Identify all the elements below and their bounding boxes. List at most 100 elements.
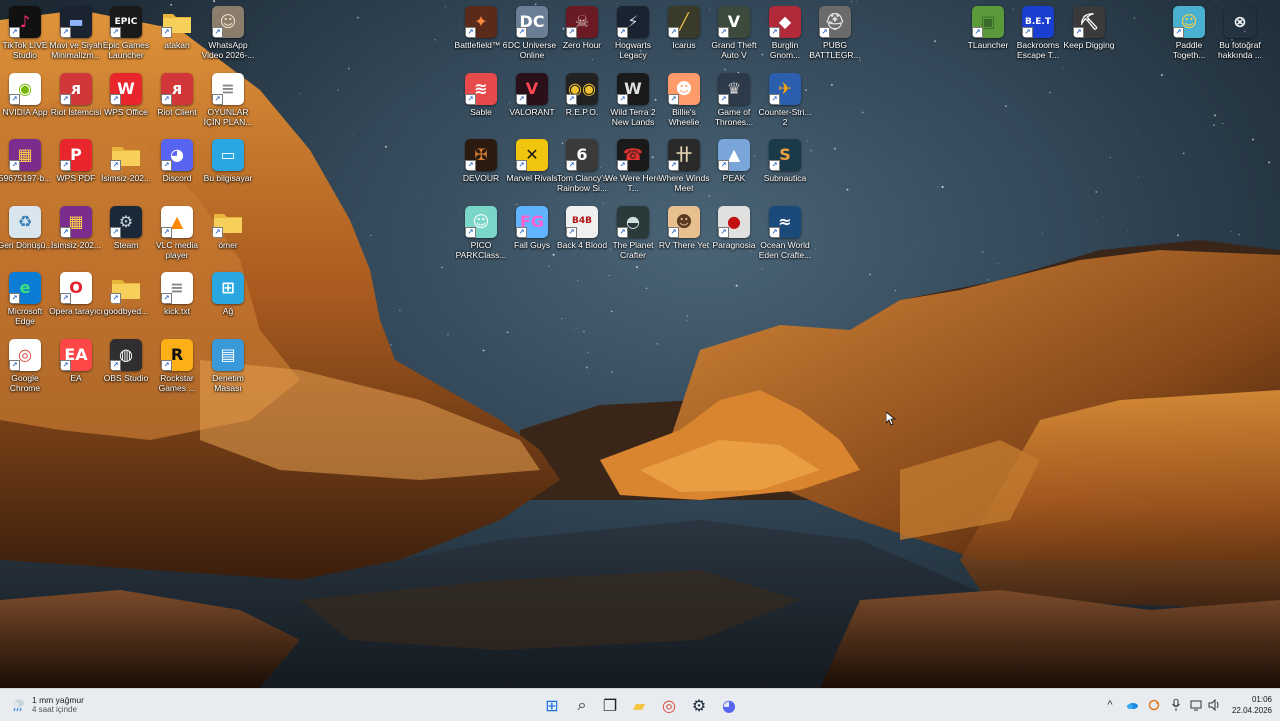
network-status-icon[interactable] bbox=[1189, 697, 1203, 713]
nvidia-glyph: ◉ bbox=[18, 81, 32, 97]
desktop-shortcut-dc-universe-icon[interactable]: DC↗DC Universe Online bbox=[507, 2, 557, 64]
chrome-button[interactable]: ◎ bbox=[657, 693, 681, 717]
desktop-shortcut-billies-wheelie-icon[interactable]: ☻↗Billie's Wheelie bbox=[659, 69, 709, 131]
discord-button[interactable]: ◕ bbox=[717, 693, 741, 717]
clock[interactable]: 01:06 22.04.2026 bbox=[1232, 694, 1272, 716]
desktop-shortcut-tiktok-icon[interactable]: ♪↗TikTok LIVE Studio bbox=[0, 2, 50, 64]
desktop-shortcut-edge-icon[interactable]: e↗Microsoft Edge bbox=[0, 268, 50, 330]
desktop-shortcut-folder-icon[interactable]: ↗atakan bbox=[152, 2, 202, 64]
desktop-shortcut-wps-office-icon[interactable]: W↗WPS Office bbox=[101, 69, 151, 131]
desktop-shortcut-riot-icon[interactable]: ᴙ↗Riot İstemcisi bbox=[51, 69, 101, 131]
desktop-shortcut-fall-guys-icon[interactable]: FG↗Fall Guys bbox=[507, 202, 557, 264]
desktop-shortcut-subnautica-icon[interactable]: S↗Subnautica bbox=[760, 135, 810, 197]
desktop-shortcut-sable-icon[interactable]: ≋↗Sable bbox=[456, 69, 506, 131]
desktop-shortcut-ocean-world-icon[interactable]: ≈↗Ocean World Eden Crafte... bbox=[760, 202, 810, 264]
desktop-shortcut-folder-icon[interactable]: ↗İsimsiz-202... bbox=[101, 135, 151, 197]
desktop-shortcut-chrome-icon[interactable]: ◎↗Google Chrome bbox=[0, 335, 50, 397]
onedrive-icon[interactable] bbox=[1125, 697, 1139, 713]
steam-button[interactable]: ⚙ bbox=[687, 693, 711, 717]
desktop-shortcut-rainbow-six-icon[interactable]: 6↗Tom Clancy's Rainbow Si... bbox=[557, 135, 607, 197]
desktop-shortcut-text-file-icon[interactable]: ≡↗OYUNLAR İÇİN PLAN... bbox=[203, 69, 253, 131]
desktop-shortcut-backrooms-icon[interactable]: B.E.T↗Backrooms Escape T... bbox=[1013, 2, 1063, 64]
microphone-icon[interactable] bbox=[1169, 697, 1183, 713]
desktop-shortcut-video-thumbnail-icon[interactable]: ☺↗WhatsApp Video 2026-... bbox=[203, 2, 253, 64]
desktop-shortcut-label: Steam bbox=[98, 240, 154, 250]
desktop-shortcut-gta-icon[interactable]: V↗Grand Theft Auto V bbox=[709, 2, 759, 64]
desktop-shortcut-wps-pdf-icon[interactable]: P↗WPS PDF bbox=[51, 135, 101, 197]
peak-icon: ▲↗ bbox=[718, 139, 750, 171]
shortcut-arrow-icon: ↗ bbox=[769, 27, 780, 38]
desktop-shortcut-recycle-bin-icon[interactable]: ♻Geri Dönüşü... bbox=[0, 202, 50, 264]
desktop-shortcut-winrar-icon[interactable]: ▦↗İsimsiz-202... bbox=[51, 202, 101, 264]
desktop-shortcut-paddle-together-icon[interactable]: ☺↗Paddle Togeth... bbox=[1164, 2, 1214, 64]
desktop-shortcut-burglin-gnomes-icon[interactable]: ◆↗Burglin Gnom... bbox=[760, 2, 810, 64]
vlc-icon: ▲↗ bbox=[161, 206, 193, 238]
search-button[interactable]: ⌕ bbox=[570, 693, 594, 717]
start-button[interactable]: ⊞ bbox=[540, 693, 564, 717]
desktop-shortcut-presentation-icon[interactable]: ▬↗Mavi ve Siyah Minimalizm... bbox=[51, 2, 101, 64]
desktop-shortcut-wild-terra-icon[interactable]: W↗Wild Terra 2 New Lands bbox=[608, 69, 658, 131]
desktop-shortcut-text-file-icon[interactable]: ≡↗kick.txt bbox=[152, 268, 202, 330]
desktop-shortcut-control-panel-icon[interactable]: ▤Denetim Masası bbox=[203, 335, 253, 397]
desktop-shortcut-photo-info-icon[interactable]: ⊗Bu fotoğraf hakkında ... bbox=[1215, 2, 1265, 64]
desktop-shortcut-valorant-icon[interactable]: V↗VALORANT bbox=[507, 69, 557, 131]
desktop-shortcut-we-were-here-icon[interactable]: ☎↗We Were Here T... bbox=[608, 135, 658, 197]
desktop-shortcut-keep-digging-icon[interactable]: ⛏↗Keep Digging bbox=[1064, 2, 1114, 64]
rv-there-yet-icon: ☻↗ bbox=[668, 206, 700, 238]
volume-icon[interactable] bbox=[1207, 697, 1221, 713]
chrome-glyph: ◎ bbox=[18, 347, 32, 363]
shortcut-arrow-icon: ↗ bbox=[161, 360, 172, 371]
desktop-shortcut-icarus-icon[interactable]: ╱↗Icarus bbox=[659, 2, 709, 64]
desktop-shortcut-game-of-thrones-icon[interactable]: ♛↗Game of Thrones... bbox=[709, 69, 759, 131]
shortcut-arrow-icon: ↗ bbox=[668, 227, 679, 238]
desktop-shortcut-tlauncher-icon[interactable]: ▣↗TLauncher bbox=[963, 2, 1013, 64]
show-hidden-icons-chevron-icon[interactable]: ^ bbox=[1103, 697, 1117, 713]
desktop-shortcut-label: Riot İstemcisi bbox=[48, 107, 104, 117]
desktop-shortcut-opera-icon[interactable]: O↗Opera tarayıcı bbox=[51, 268, 101, 330]
opera-icon: O↗ bbox=[60, 272, 92, 304]
repo-icon: ◉◉↗ bbox=[566, 73, 598, 105]
desktop-shortcut-rv-there-yet-icon[interactable]: ☻↗RV There Yet bbox=[659, 202, 709, 264]
desktop-shortcut-pico-park-icon[interactable]: ☺↗PICO PARKClass... bbox=[456, 202, 506, 264]
desktop-shortcut-paragnosia-icon[interactable]: ●↗Paragnosia bbox=[709, 202, 759, 264]
desktop-shortcut-marvel-rivals-icon[interactable]: ✕↗Marvel Rivals bbox=[507, 135, 557, 197]
desktop-shortcut-folder-icon[interactable]: ↗goodbyed... bbox=[101, 268, 151, 330]
desktop-shortcut-planet-crafter-icon[interactable]: ◓↗The Planet Crafter bbox=[608, 202, 658, 264]
weather-widget[interactable]: 1 mm yağmur 4 saat içinde bbox=[10, 692, 84, 718]
desktop-shortcut-label: PEAK bbox=[706, 173, 762, 183]
desktop-shortcut-battlefield-icon[interactable]: ✦↗Battlefield™ 6 bbox=[456, 2, 506, 64]
desktop-shortcut-vlc-icon[interactable]: ▲↗VLC media player bbox=[152, 202, 202, 264]
desktop-shortcut-zero-hour-icon[interactable]: ☠↗Zero Hour bbox=[557, 2, 607, 64]
desktop-shortcut-back-4-blood-icon[interactable]: B4B↗Back 4 Blood bbox=[557, 202, 607, 264]
desktop-shortcut-nvidia-icon[interactable]: ◉↗NVIDIA App bbox=[0, 69, 50, 131]
desktop-shortcut-steam-icon[interactable]: ⚙↗Steam bbox=[101, 202, 151, 264]
shortcut-arrow-icon: ↗ bbox=[718, 94, 729, 105]
desktop-shortcut-devour-icon[interactable]: ✠↗DEVOUR bbox=[456, 135, 506, 197]
chrome-icon: ◎↗ bbox=[9, 339, 41, 371]
battlefield-glyph: ✦ bbox=[474, 14, 487, 30]
desktop-shortcut-pubg-icon[interactable]: ⛑↗PUBG BATTLEGR... bbox=[810, 2, 860, 64]
desktop-shortcut-hogwarts-icon[interactable]: ⚡↗Hogwarts Legacy bbox=[608, 2, 658, 64]
desktop-shortcut-rockstar-icon[interactable]: R↗Rockstar Games ... bbox=[152, 335, 202, 397]
desktop-shortcut-riot-client-icon[interactable]: ᴙ↗Riot Client bbox=[152, 69, 202, 131]
desktop-shortcut-label: Discord bbox=[149, 173, 205, 183]
shortcut-arrow-icon: ↗ bbox=[465, 160, 476, 171]
desktop-shortcut-repo-icon[interactable]: ◉◉↗R.E.P.O. bbox=[557, 69, 607, 131]
desktop-shortcut-where-winds-meet-icon[interactable]: 卄↗Where Winds Meet bbox=[659, 135, 709, 197]
task-view-button[interactable]: ❐ bbox=[598, 693, 622, 717]
sync-icon[interactable] bbox=[1147, 697, 1161, 713]
desktop-shortcut-discord-icon[interactable]: ◕↗Discord bbox=[152, 135, 202, 197]
desktop-shortcut-ea-icon[interactable]: EA↗EA bbox=[51, 335, 101, 397]
desktop-shortcut-counter-strike-icon[interactable]: ✈↗Counter-Stri... 2 bbox=[760, 69, 810, 131]
shortcut-arrow-icon: ↗ bbox=[110, 360, 121, 371]
desktop-shortcut-winrar-icon[interactable]: ▦↗59675197-b... bbox=[0, 135, 50, 197]
text-file-glyph: ≡ bbox=[221, 81, 234, 97]
file-explorer-button[interactable]: ▰ bbox=[627, 693, 651, 717]
desktop-shortcut-peak-icon[interactable]: ▲↗ PEAK bbox=[709, 135, 759, 197]
network-icon: ⊞ bbox=[212, 272, 244, 304]
desktop-shortcut-computer-icon[interactable]: ▭Bu bilgisayar bbox=[203, 135, 253, 197]
desktop-shortcut-obs-icon[interactable]: ◍↗OBS Studio bbox=[101, 335, 151, 397]
desktop-shortcut-folder-icon[interactable]: ↗ömer bbox=[203, 202, 253, 264]
desktop-shortcut-epic-games-icon[interactable]: EPIC↗Epic Games Launcher bbox=[101, 2, 151, 64]
desktop-shortcut-network-icon[interactable]: ⊞Ağ bbox=[203, 268, 253, 330]
